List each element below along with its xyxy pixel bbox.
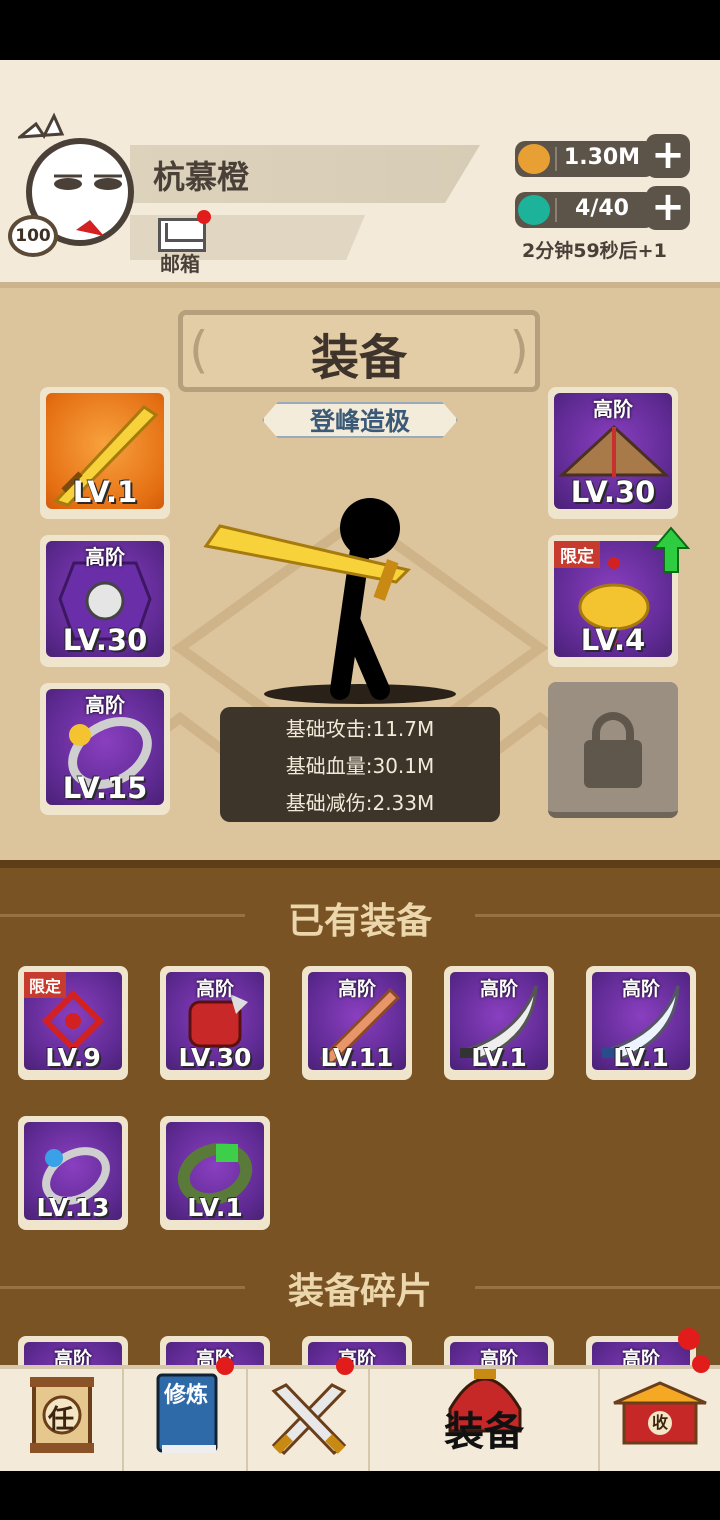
owned-item[interactable]: LV.1: [160, 1116, 270, 1230]
slot-level: LV.15: [62, 771, 148, 805]
coin-icon: [518, 144, 550, 174]
rank-banner: 登峰造极: [262, 402, 458, 438]
weapon-slot[interactable]: LV.1: [40, 387, 170, 519]
base-stats-panel: 基础攻击:11.7M 基础血量:30.1M 基础减伤:2.33M: [220, 707, 500, 822]
nav-battle[interactable]: [248, 1357, 370, 1471]
notification-dot: [678, 1328, 700, 1350]
lock-icon: [584, 740, 642, 788]
slot-level: LV.4: [580, 623, 646, 657]
owned-item[interactable]: 高阶 LV.1: [586, 966, 696, 1080]
mail-icon[interactable]: [158, 218, 206, 252]
owned-equipment-title: 已有装备: [287, 901, 432, 942]
game-screen: 杭慕橙 100 邮箱 1.30M + 4/40 + 2分钟59秒后+1 装备: [0, 0, 720, 1520]
owned-item[interactable]: 高阶 LV.30: [160, 966, 270, 1080]
limited-tag: 限定: [554, 541, 600, 568]
ring-slot[interactable]: 高阶 LV.15: [40, 683, 170, 815]
item-tier: 高阶: [195, 978, 234, 1000]
crossed-swords-icon: [271, 1383, 347, 1456]
slot-level: LV.30: [62, 623, 148, 657]
stickman-character: [203, 498, 456, 704]
equipment-fragments-title: 装备碎片: [287, 1271, 432, 1312]
upgrade-arrow-icon: [652, 526, 690, 573]
item-level: LV.1: [471, 1043, 527, 1072]
gem-value: 4/40: [575, 196, 629, 221]
owned-item[interactable]: 高阶 LV.11: [302, 966, 412, 1080]
coin-counter: 1.30M: [515, 141, 655, 177]
mail-notification-dot: [197, 210, 211, 224]
item-level: LV.13: [36, 1193, 110, 1222]
item-level: LV.9: [45, 1043, 101, 1072]
slot-level: LV.1: [72, 475, 138, 509]
system-nav-bar: [0, 1471, 720, 1520]
gem-counter: 4/40: [515, 192, 655, 228]
add-coins-button[interactable]: +: [646, 134, 690, 178]
item-level: LV.1: [613, 1043, 669, 1072]
base-defense-stat: 基础减伤:2.33M: [285, 791, 435, 815]
slot-tier: 高阶: [85, 693, 125, 717]
slot-tier: 高阶: [85, 545, 125, 569]
nav-collect-label: 收: [651, 1413, 668, 1432]
notification-dot: [216, 1357, 234, 1375]
rank-text: 登峰造极: [309, 407, 410, 436]
gem-icon: [518, 195, 550, 225]
mail-label[interactable]: 邮箱: [160, 248, 200, 277]
player-level-badge: 100: [8, 215, 58, 257]
nav-training[interactable]: 修炼: [124, 1357, 248, 1471]
item-level: LV.11: [320, 1043, 394, 1072]
nav-tasks[interactable]: 任: [0, 1369, 124, 1471]
item-tier: 高阶: [479, 978, 518, 1000]
nav-task-label: 任: [47, 1405, 74, 1435]
base-hp-stat: 基础血量:30.1M: [285, 754, 435, 778]
item-tier: 高阶: [337, 978, 376, 1000]
base-attack-stat: 基础攻击:11.7M: [285, 717, 435, 741]
owned-item[interactable]: LV.13: [18, 1116, 128, 1230]
limited-tag: 限定: [24, 972, 67, 998]
slot-tier: 高阶: [593, 397, 633, 421]
nav-collect[interactable]: 收: [600, 1355, 720, 1471]
owned-item[interactable]: 高阶 LV.1: [444, 966, 554, 1080]
owned-item[interactable]: 限定 LV.9: [18, 966, 128, 1080]
player-name: 杭慕橙: [153, 158, 250, 196]
refill-timer: 2分钟59秒后+1: [522, 240, 667, 262]
nav-train-label: 修炼: [163, 1383, 208, 1408]
item-tier: 高阶: [621, 978, 660, 1000]
item-level: LV.30: [178, 1043, 252, 1072]
nav-equip-label: 装备: [444, 1409, 524, 1455]
item-level: LV.1: [187, 1193, 243, 1222]
locked-slot[interactable]: [548, 682, 678, 818]
nav-equipment-active[interactable]: 装备: [370, 1339, 600, 1471]
equipment-title: 装备: [310, 330, 407, 386]
coin-value: 1.30M: [563, 145, 641, 170]
hat-slot[interactable]: 高阶 LV.30: [548, 387, 678, 519]
bottom-navigation: 任 修炼 装备 收: [0, 1339, 720, 1471]
add-gems-button[interactable]: +: [646, 186, 690, 230]
armor-slot[interactable]: 高阶 LV.30: [40, 535, 170, 667]
notification-dot: [336, 1357, 354, 1375]
notification-dot: [692, 1355, 710, 1373]
slot-level: LV.30: [570, 475, 656, 509]
